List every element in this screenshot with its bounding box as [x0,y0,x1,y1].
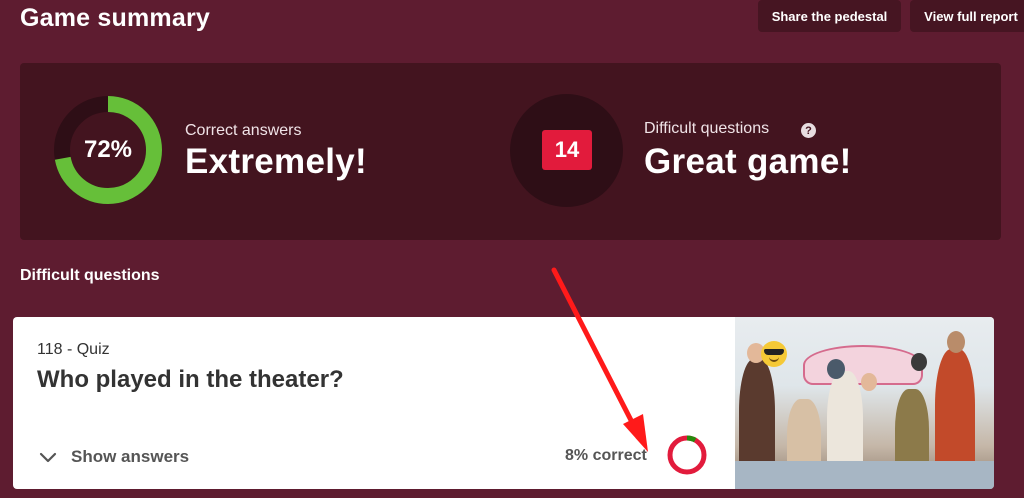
question-correct-label: 8% correct [565,447,647,464]
question-image [735,317,994,489]
correct-percent: 72% [83,136,133,163]
summary-card: 72% Correct answers Extremely! 14 Diffic… [20,63,1001,240]
view-full-report-button[interactable]: View full report [910,0,1024,32]
correct-answers-ring: 72% [54,96,162,204]
show-answers-toggle[interactable]: Show answers [39,445,189,469]
difficult-count-badge: 14 [542,130,592,170]
share-pedestal-button[interactable]: Share the pedestal [758,0,901,32]
question-card: 118 - Quiz Who played in the theater? Sh… [13,317,994,489]
show-answers-label: Show answers [71,447,190,466]
question-correct-ring-icon [667,435,707,475]
difficult-questions-label: Difficult questions [644,120,770,137]
help-icon[interactable]: ? [801,123,816,138]
page-title: Game summary [20,4,210,32]
sunglasses-emoji-icon [761,341,787,367]
difficult-questions-value: Great game! [644,142,852,181]
question-number: 118 - [37,341,73,358]
question-type: Quiz [76,341,110,358]
stage-floor [735,461,994,489]
section-title: Difficult questions [20,267,160,284]
correct-answers-label: Correct answers [185,122,302,139]
chevron-down-icon [39,452,57,463]
question-title: Who played in the theater? [37,366,344,393]
question-meta: 118 - Quiz [37,341,110,359]
correct-answers-value: Extremely! [185,142,367,181]
